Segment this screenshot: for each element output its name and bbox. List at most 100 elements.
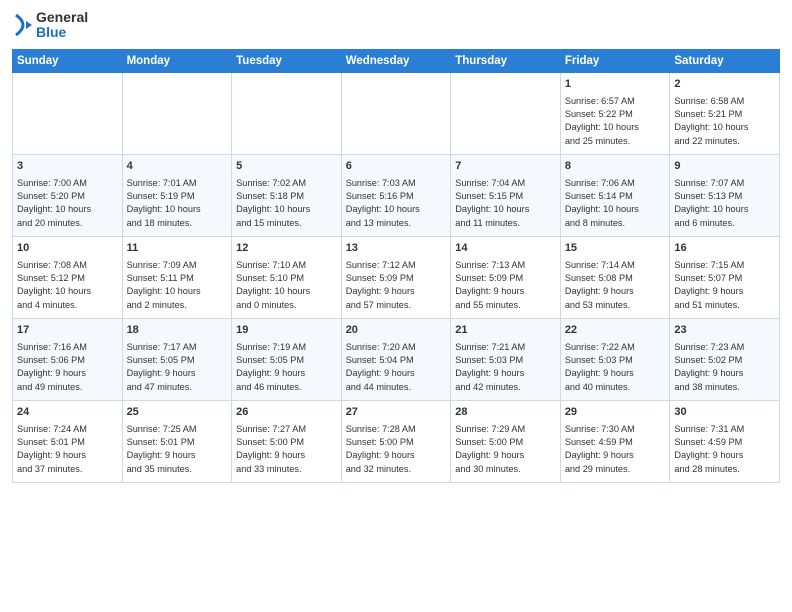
day-cell: 17 Sunrise: 7:16 AM Sunset: 5:06 PM Dayli… bbox=[13, 318, 123, 400]
logo: GeneralBlue bbox=[12, 10, 88, 41]
day-cell: 25 Sunrise: 7:25 AM Sunset: 5:01 PM Dayli… bbox=[122, 400, 232, 482]
day-cell: 27Sunrise: 7:28 AM Sunset: 5:00 PM Dayli… bbox=[341, 400, 451, 482]
day-cell: 26 Sunrise: 7:27 AM Sunset: 5:00 PM Dayli… bbox=[232, 400, 342, 482]
day-info: Sunrise: 7:24 AM Sunset: 5:01 PM Dayligh… bbox=[17, 423, 118, 476]
day-info: Sunrise: 7:28 AM Sunset: 5:00 PM Dayligh… bbox=[346, 423, 447, 476]
day-number: 30 bbox=[674, 405, 775, 421]
day-info: Sunrise: 7:20 AM Sunset: 5:04 PM Dayligh… bbox=[346, 341, 447, 394]
day-cell: 6 Sunrise: 7:03 AM Sunset: 5:16 PM Daylig… bbox=[341, 154, 451, 236]
day-cell: 8 Sunrise: 7:06 AM Sunset: 5:14 PM Daylig… bbox=[560, 154, 670, 236]
day-info: Sunrise: 7:25 AM Sunset: 5:01 PM Dayligh… bbox=[127, 423, 228, 476]
day-info: Sunrise: 7:27 AM Sunset: 5:00 PM Dayligh… bbox=[236, 423, 337, 476]
day-info: Sunrise: 6:57 AM Sunset: 5:22 PM Dayligh… bbox=[565, 95, 666, 148]
day-cell bbox=[451, 72, 561, 154]
day-number: 23 bbox=[674, 323, 775, 339]
day-number: 24 bbox=[17, 405, 118, 421]
day-number: 10 bbox=[17, 241, 118, 257]
day-number: 25 bbox=[127, 405, 228, 421]
week-row-2: 3Sunrise: 7:00 AM Sunset: 5:20 PM Daylig… bbox=[13, 154, 780, 236]
header-friday: Friday bbox=[560, 49, 670, 72]
day-info: Sunrise: 7:17 AM Sunset: 5:05 PM Dayligh… bbox=[127, 341, 228, 394]
day-number: 17 bbox=[17, 323, 118, 339]
header-sunday: Sunday bbox=[13, 49, 123, 72]
day-info: Sunrise: 7:15 AM Sunset: 5:07 PM Dayligh… bbox=[674, 259, 775, 312]
day-number: 20 bbox=[346, 323, 447, 339]
day-number: 19 bbox=[236, 323, 337, 339]
day-info: Sunrise: 7:30 AM Sunset: 4:59 PM Dayligh… bbox=[565, 423, 666, 476]
day-cell: 28Sunrise: 7:29 AM Sunset: 5:00 PM Dayli… bbox=[451, 400, 561, 482]
calendar-header-row: SundayMondayTuesdayWednesdayThursdayFrid… bbox=[13, 49, 780, 72]
week-row-4: 17 Sunrise: 7:16 AM Sunset: 5:06 PM Dayli… bbox=[13, 318, 780, 400]
day-info: Sunrise: 7:02 AM Sunset: 5:18 PM Dayligh… bbox=[236, 177, 337, 230]
day-cell bbox=[13, 72, 123, 154]
day-number: 3 bbox=[17, 159, 118, 175]
day-cell: 11Sunrise: 7:09 AM Sunset: 5:11 PM Dayli… bbox=[122, 236, 232, 318]
day-cell: 20 Sunrise: 7:20 AM Sunset: 5:04 PM Dayli… bbox=[341, 318, 451, 400]
day-number: 13 bbox=[346, 241, 447, 257]
day-number: 18 bbox=[127, 323, 228, 339]
calendar-container: GeneralBlue SundayMondayTuesdayWednesday… bbox=[0, 0, 792, 491]
day-info: Sunrise: 7:16 AM Sunset: 5:06 PM Dayligh… bbox=[17, 341, 118, 394]
day-number: 8 bbox=[565, 159, 666, 175]
day-cell: 23 Sunrise: 7:23 AM Sunset: 5:02 PM Dayli… bbox=[670, 318, 780, 400]
day-info: Sunrise: 7:23 AM Sunset: 5:02 PM Dayligh… bbox=[674, 341, 775, 394]
day-info: Sunrise: 7:12 AM Sunset: 5:09 PM Dayligh… bbox=[346, 259, 447, 312]
day-info: Sunrise: 7:07 AM Sunset: 5:13 PM Dayligh… bbox=[674, 177, 775, 230]
header-monday: Monday bbox=[122, 49, 232, 72]
day-cell: 30 Sunrise: 7:31 AM Sunset: 4:59 PM Dayli… bbox=[670, 400, 780, 482]
day-cell: 21 Sunrise: 7:21 AM Sunset: 5:03 PM Dayli… bbox=[451, 318, 561, 400]
day-cell: 15 Sunrise: 7:14 AM Sunset: 5:08 PM Dayli… bbox=[560, 236, 670, 318]
header-saturday: Saturday bbox=[670, 49, 780, 72]
day-cell: 1Sunrise: 6:57 AM Sunset: 5:22 PM Daylig… bbox=[560, 72, 670, 154]
day-info: Sunrise: 7:21 AM Sunset: 5:03 PM Dayligh… bbox=[455, 341, 556, 394]
day-info: Sunrise: 7:04 AM Sunset: 5:15 PM Dayligh… bbox=[455, 177, 556, 230]
day-number: 12 bbox=[236, 241, 337, 257]
day-cell: 14 Sunrise: 7:13 AM Sunset: 5:09 PM Dayli… bbox=[451, 236, 561, 318]
day-cell: 19Sunrise: 7:19 AM Sunset: 5:05 PM Dayli… bbox=[232, 318, 342, 400]
day-info: Sunrise: 6:58 AM Sunset: 5:21 PM Dayligh… bbox=[674, 95, 775, 148]
day-cell bbox=[122, 72, 232, 154]
day-number: 29 bbox=[565, 405, 666, 421]
header-tuesday: Tuesday bbox=[232, 49, 342, 72]
day-number: 11 bbox=[127, 241, 228, 257]
week-row-3: 10 Sunrise: 7:08 AM Sunset: 5:12 PM Dayli… bbox=[13, 236, 780, 318]
day-cell bbox=[232, 72, 342, 154]
day-number: 6 bbox=[346, 159, 447, 175]
day-cell: 7 Sunrise: 7:04 AM Sunset: 5:15 PM Daylig… bbox=[451, 154, 561, 236]
day-info: Sunrise: 7:03 AM Sunset: 5:16 PM Dayligh… bbox=[346, 177, 447, 230]
day-number: 4 bbox=[127, 159, 228, 175]
day-number: 26 bbox=[236, 405, 337, 421]
day-info: Sunrise: 7:13 AM Sunset: 5:09 PM Dayligh… bbox=[455, 259, 556, 312]
day-number: 7 bbox=[455, 159, 556, 175]
day-info: Sunrise: 7:22 AM Sunset: 5:03 PM Dayligh… bbox=[565, 341, 666, 394]
day-number: 22 bbox=[565, 323, 666, 339]
day-number: 15 bbox=[565, 241, 666, 257]
day-cell: 12 Sunrise: 7:10 AM Sunset: 5:10 PM Dayli… bbox=[232, 236, 342, 318]
day-info: Sunrise: 7:14 AM Sunset: 5:08 PM Dayligh… bbox=[565, 259, 666, 312]
day-info: Sunrise: 7:10 AM Sunset: 5:10 PM Dayligh… bbox=[236, 259, 337, 312]
day-info: Sunrise: 7:08 AM Sunset: 5:12 PM Dayligh… bbox=[17, 259, 118, 312]
day-number: 9 bbox=[674, 159, 775, 175]
calendar-table: SundayMondayTuesdayWednesdayThursdayFrid… bbox=[12, 49, 780, 483]
day-cell: 10 Sunrise: 7:08 AM Sunset: 5:12 PM Dayli… bbox=[13, 236, 123, 318]
day-cell: 24 Sunrise: 7:24 AM Sunset: 5:01 PM Dayli… bbox=[13, 400, 123, 482]
day-number: 5 bbox=[236, 159, 337, 175]
header-wednesday: Wednesday bbox=[341, 49, 451, 72]
day-cell: 5 Sunrise: 7:02 AM Sunset: 5:18 PM Daylig… bbox=[232, 154, 342, 236]
header-thursday: Thursday bbox=[451, 49, 561, 72]
day-number: 2 bbox=[674, 77, 775, 93]
day-number: 28 bbox=[455, 405, 556, 421]
day-cell: 3Sunrise: 7:00 AM Sunset: 5:20 PM Daylig… bbox=[13, 154, 123, 236]
day-info: Sunrise: 7:31 AM Sunset: 4:59 PM Dayligh… bbox=[674, 423, 775, 476]
day-number: 14 bbox=[455, 241, 556, 257]
day-number: 21 bbox=[455, 323, 556, 339]
day-info: Sunrise: 7:06 AM Sunset: 5:14 PM Dayligh… bbox=[565, 177, 666, 230]
week-row-1: 1Sunrise: 6:57 AM Sunset: 5:22 PM Daylig… bbox=[13, 72, 780, 154]
header: GeneralBlue bbox=[12, 10, 780, 41]
day-cell: 29 Sunrise: 7:30 AM Sunset: 4:59 PM Dayli… bbox=[560, 400, 670, 482]
day-cell: 2 Sunrise: 6:58 AM Sunset: 5:21 PM Daylig… bbox=[670, 72, 780, 154]
day-info: Sunrise: 7:01 AM Sunset: 5:19 PM Dayligh… bbox=[127, 177, 228, 230]
day-cell: 18 Sunrise: 7:17 AM Sunset: 5:05 PM Dayli… bbox=[122, 318, 232, 400]
day-number: 16 bbox=[674, 241, 775, 257]
day-cell: 4 Sunrise: 7:01 AM Sunset: 5:19 PM Daylig… bbox=[122, 154, 232, 236]
